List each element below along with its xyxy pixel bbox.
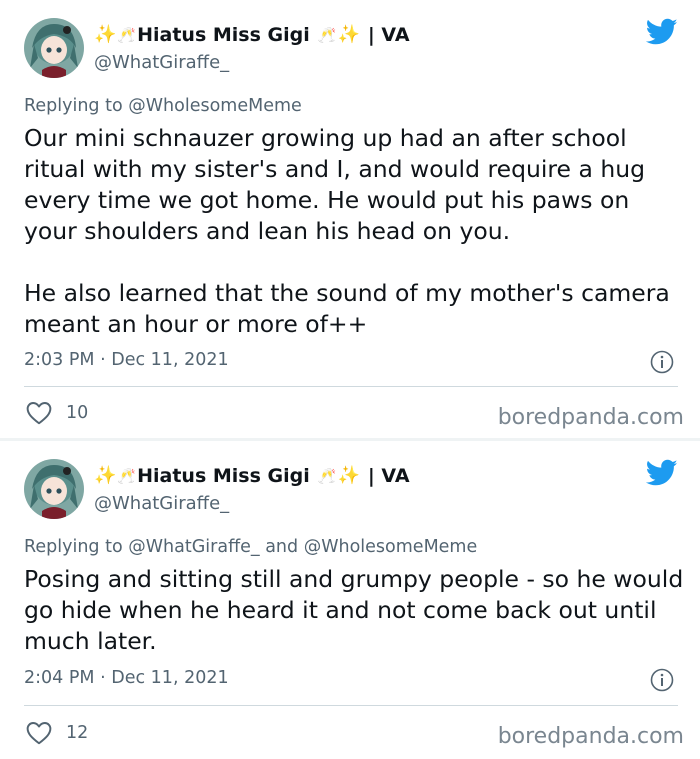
tweet-time: 2:04 PM [24,668,95,688]
display-name[interactable]: Hiatus Miss Gigi [137,24,310,46]
tweet-date: Dec 11, 2021 [111,668,229,688]
display-name-suffix: | VA [367,24,410,46]
heart-icon[interactable] [26,401,52,425]
heart-icon[interactable] [26,721,52,745]
twitter-bird-icon[interactable] [646,459,678,487]
separator-dot: · [100,350,106,370]
sparkles-icon: ✨ [337,465,360,486]
like-count: 10 [66,403,89,423]
reply-context: Replying to @WhatGiraffe_ and @Wholesome… [24,537,477,557]
watermark: boredpanda.com [497,724,684,749]
champagne-glasses-icon: 🥂 [317,466,337,485]
author-name-row[interactable]: ✨ 🥂 Hiatus Miss Gigi 🥂 ✨ | VA [94,463,410,489]
info-icon[interactable] [650,350,674,374]
twitter-bird-icon[interactable] [646,18,678,46]
tweet-text: Posing and sitting still and grumpy peop… [24,565,691,655]
sparkles-icon: ✨ [337,24,360,45]
reply-context: Replying to @WholesomeMeme [24,96,302,116]
like-button[interactable]: 12 [26,721,88,745]
like-button[interactable]: 10 [26,401,88,425]
tweet-date: Dec 11, 2021 [111,350,229,370]
tweet-text: Our mini schnauzer growing up had an aft… [24,124,670,338]
author-handle[interactable]: @WhatGiraffe_ [94,493,229,514]
divider [24,705,678,706]
sparkles-icon: ✨ [94,24,117,45]
author-name-row[interactable]: ✨ 🥂 Hiatus Miss Gigi 🥂 ✨ | VA [94,22,410,48]
tweet-card[interactable]: ✨ 🥂 Hiatus Miss Gigi 🥂 ✨ | VA @WhatGiraf… [0,441,700,759]
display-name[interactable]: Hiatus Miss Gigi [137,465,310,487]
info-icon[interactable] [650,668,674,692]
watermark: boredpanda.com [497,405,684,430]
reply-prefix: Replying to [24,96,123,116]
reply-mentions[interactable]: @WhatGiraffe_ and @WholesomeMeme [128,537,477,557]
reply-mentions[interactable]: @WholesomeMeme [128,96,302,116]
timestamp[interactable]: 2:03 PM · Dec 11, 2021 [24,350,229,370]
author-handle[interactable]: @WhatGiraffe_ [94,52,229,73]
like-count: 12 [66,723,89,743]
display-name-suffix: | VA [367,465,410,487]
reply-prefix: Replying to [24,537,123,557]
tweet-time: 2:03 PM [24,350,95,370]
timestamp[interactable]: 2:04 PM · Dec 11, 2021 [24,668,229,688]
separator-dot: · [100,668,106,688]
champagne-glasses-icon: 🥂 [117,25,137,44]
divider [24,386,678,387]
sparkles-icon: ✨ [94,465,117,486]
avatar[interactable] [24,18,84,78]
tweet-card[interactable]: ✨ 🥂 Hiatus Miss Gigi 🥂 ✨ | VA @WhatGiraf… [0,0,700,438]
champagne-glasses-icon: 🥂 [117,466,137,485]
champagne-glasses-icon: 🥂 [317,25,337,44]
avatar[interactable] [24,459,84,519]
